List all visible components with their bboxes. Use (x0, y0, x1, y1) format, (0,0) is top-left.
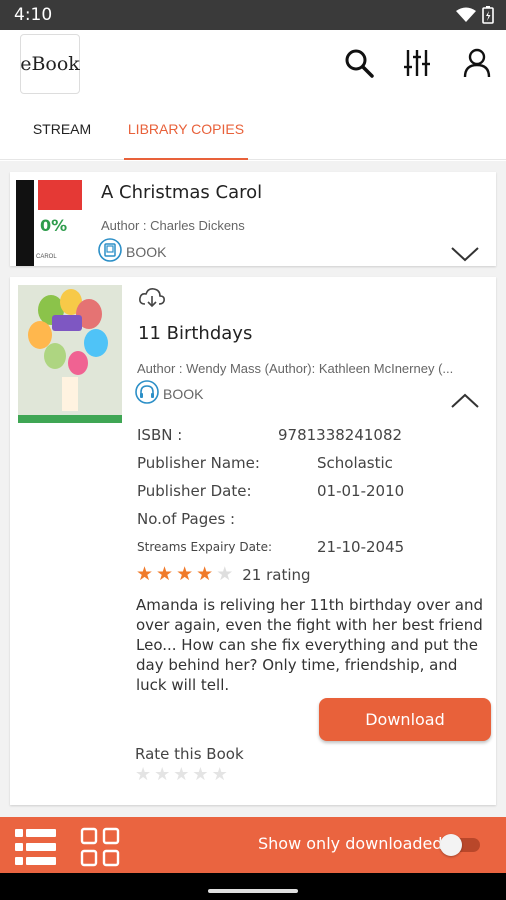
account-icon (462, 48, 492, 83)
expiry-value: 21-10-2045 (317, 538, 405, 556)
grid-view-icon[interactable] (80, 827, 124, 867)
show-downloaded-toggle[interactable] (440, 832, 480, 856)
app-bar: eBook (0, 30, 506, 100)
bottom-bar: Show only downloaded (0, 817, 506, 873)
tab-bar: STREAM LIBRARY COPIES (0, 100, 506, 160)
book-list[interactable]: CAROL 0% A Christmas Carol Author : Char… (0, 161, 506, 817)
system-nav-bar (0, 873, 506, 900)
chevron-up-icon[interactable] (450, 391, 480, 411)
show-downloaded-label: Show only downloaded (258, 834, 443, 853)
account-button[interactable] (460, 48, 494, 82)
cloud-download-icon[interactable] (138, 287, 166, 314)
book-description: Amanda is reliving her 11th birthday ove… (136, 596, 483, 694)
search-button[interactable] (342, 48, 376, 82)
star-empty-icon[interactable]: ★ (154, 765, 170, 784)
status-bar: 4:10 (0, 0, 506, 30)
book-type: BOOK (126, 243, 167, 260)
publish-date-label: Publisher Date: (137, 482, 252, 500)
app-logo-text: eBook (20, 53, 80, 75)
star-empty-icon[interactable]: ★ (212, 765, 228, 784)
search-icon (344, 48, 374, 83)
isbn-label: ISBN : (137, 426, 183, 444)
app-logo: eBook (20, 34, 80, 94)
book-card-expanded[interactable]: 11 Birthdays Author : Wendy Mass (Author… (10, 277, 496, 805)
chevron-down-icon[interactable] (450, 246, 480, 266)
star-filled-icon: ★ (136, 564, 154, 585)
star-filled-icon: ★ (196, 564, 214, 585)
book-title: 11 Birthdays (138, 323, 253, 344)
star-filled-icon: ★ (156, 564, 174, 585)
star-empty-icon[interactable]: ★ (192, 765, 208, 784)
expiry-label: Streams Expairy Date: (137, 540, 273, 554)
publish-date-value: 01-01-2010 (317, 482, 405, 500)
book-type: BOOK (163, 385, 204, 402)
publisher-label: Publisher Name: (137, 454, 260, 472)
tab-stream[interactable]: STREAM (20, 100, 104, 160)
publisher-value: Scholastic (317, 454, 393, 472)
book-author: Author : Wendy Mass (Author): Kathleen M… (137, 361, 454, 376)
reading-progress: 0% (40, 216, 68, 235)
battery-icon (482, 6, 494, 29)
isbn-value: 9781338241082 (278, 426, 403, 444)
star-filled-icon: ★ (176, 564, 194, 585)
rating-count: 21 rating (242, 565, 311, 584)
rate-book-stars[interactable]: ★ ★ ★ ★ ★ (135, 765, 228, 784)
wifi-icon (456, 7, 476, 28)
pages-label: No.of Pages : (137, 510, 236, 528)
book-cover[interactable] (18, 285, 122, 423)
star-empty-icon[interactable]: ★ (135, 765, 151, 784)
list-view-icon[interactable] (14, 827, 58, 867)
ebook-icon (98, 238, 122, 265)
star-empty-icon: ★ (216, 564, 234, 585)
download-button[interactable]: Download (319, 698, 491, 741)
audiobook-headphones-icon (135, 380, 159, 407)
book-author: Author : Charles Dickens (101, 218, 245, 233)
rate-book-label: Rate this Book (135, 745, 244, 763)
tab-library-copies[interactable]: LIBRARY COPIES (124, 100, 248, 160)
status-time: 4:10 (14, 5, 53, 25)
filter-button[interactable] (400, 48, 434, 82)
star-empty-icon[interactable]: ★ (173, 765, 189, 784)
filter-sliders-icon (402, 48, 432, 83)
book-card[interactable]: CAROL 0% A Christmas Carol Author : Char… (10, 172, 496, 266)
book-title: A Christmas Carol (101, 182, 263, 203)
rating-stars: ★ ★ ★ ★ ★ 21 rating (136, 565, 311, 584)
home-gesture-handle[interactable] (208, 889, 298, 893)
